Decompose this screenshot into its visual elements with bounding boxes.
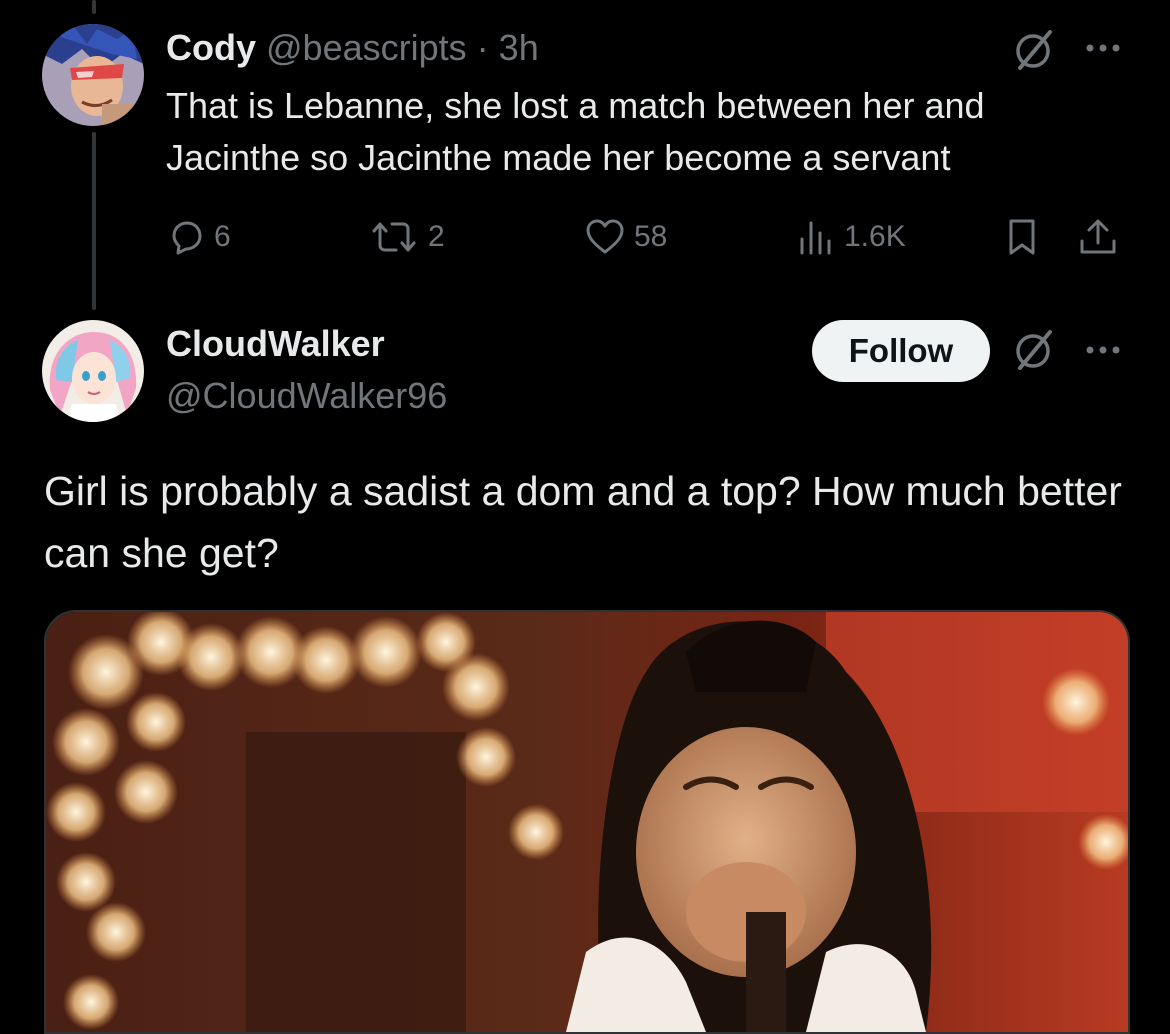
reply-display-name[interactable]: Cody (166, 27, 256, 68)
reply-header: Cody @beascripts · 3h (166, 26, 539, 70)
views-button[interactable]: 1.6K (796, 214, 906, 260)
reply-text: That is Lebanne, she lost a match betwee… (166, 85, 985, 178)
repost-count: 2 (428, 220, 445, 253)
bookmark-button[interactable] (1002, 214, 1042, 260)
reply-icon (172, 221, 202, 255)
reply-separator: · (476, 27, 489, 68)
more-icon[interactable] (1084, 338, 1124, 362)
grok-icon[interactable] (1012, 328, 1056, 372)
reply-handle[interactable]: @beascripts (266, 27, 467, 68)
post-text: Girl is probably a sadist a dom and a to… (44, 468, 1122, 576)
bookmark-icon (1009, 219, 1035, 255)
follow-button[interactable]: Follow (812, 320, 990, 382)
views-icon (800, 221, 831, 255)
reply-time[interactable]: 3h (499, 27, 539, 68)
repost-button[interactable]: 2 (368, 214, 445, 260)
like-count: 58 (634, 220, 668, 253)
share-icon (1080, 219, 1116, 254)
like-button[interactable]: 58 (584, 214, 667, 260)
author-avatar[interactable] (42, 320, 144, 422)
author-display-name[interactable]: CloudWalker (166, 322, 385, 366)
grok-icon[interactable] (1012, 28, 1056, 72)
thread-line-top (92, 0, 96, 14)
reply-button[interactable]: 6 (166, 214, 231, 260)
more-icon[interactable] (1084, 36, 1124, 60)
views-count: 1.6K (844, 220, 906, 253)
share-button[interactable] (1076, 214, 1120, 260)
author-handle[interactable]: @CloudWalker96 (166, 374, 447, 418)
heart-icon (586, 219, 624, 254)
reply-count: 6 (214, 220, 231, 253)
post-media-gif[interactable] (44, 610, 1130, 1034)
repost-icon (372, 222, 416, 252)
reply-avatar[interactable] (42, 24, 144, 126)
thread-line (92, 132, 96, 310)
